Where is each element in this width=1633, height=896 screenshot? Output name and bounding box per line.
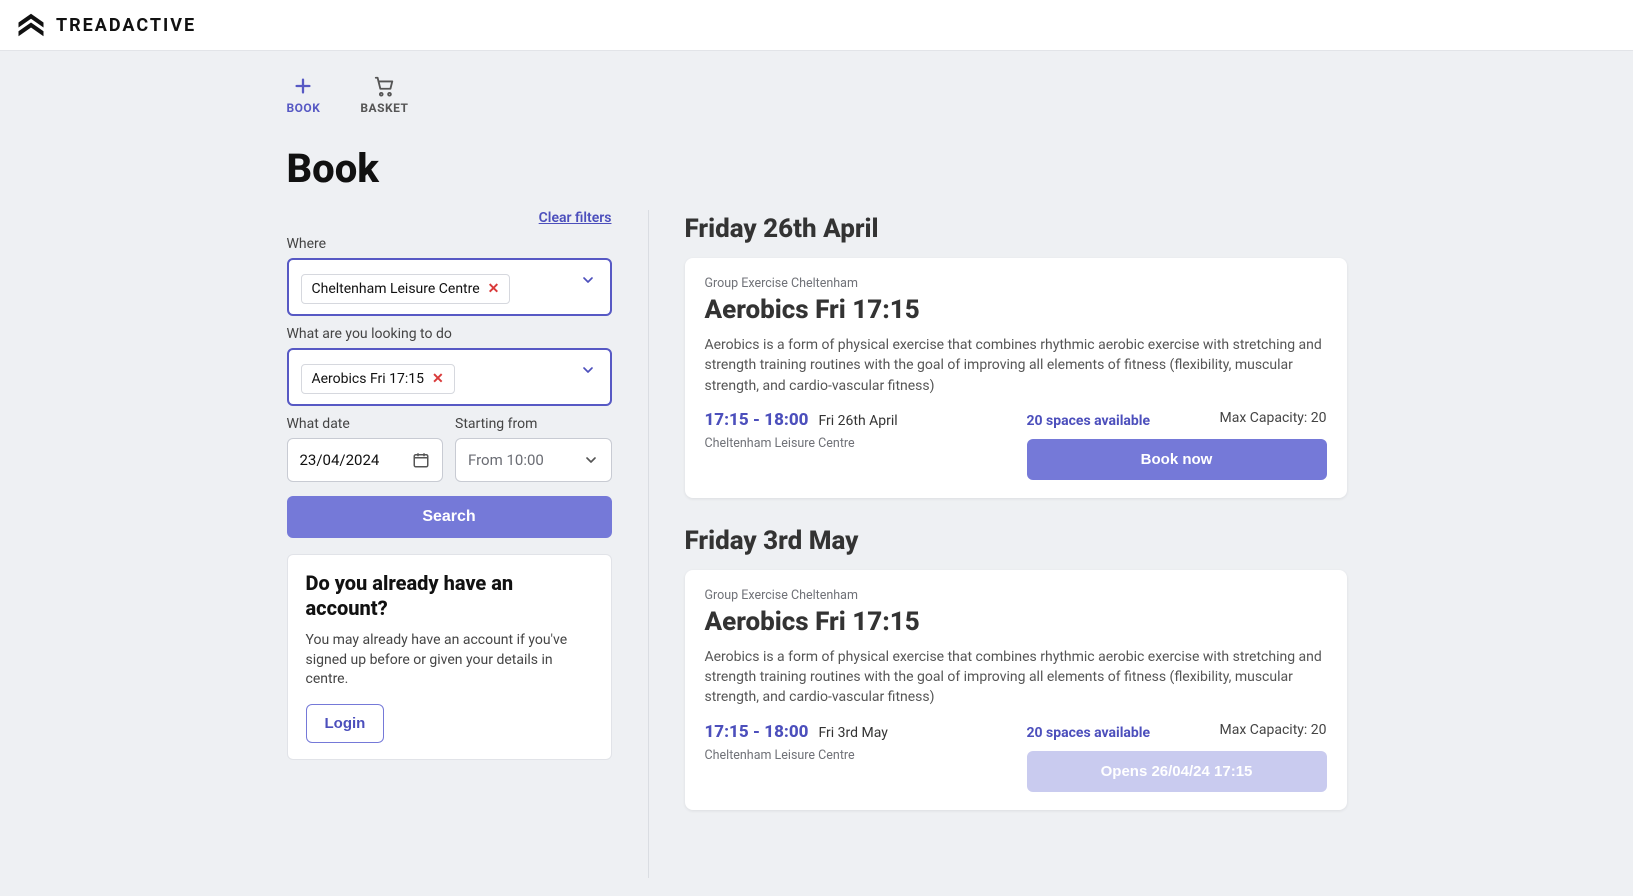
account-card: Do you already have an account? You may …: [287, 554, 612, 760]
what-label: What are you looking to do: [287, 326, 612, 342]
tab-basket[interactable]: BASKET: [360, 75, 408, 115]
date-label: What date: [287, 416, 444, 432]
account-text: You may already have an account if you'v…: [306, 631, 593, 690]
calendar-icon: [412, 451, 430, 469]
nav-tabs: BOOK BASKET: [287, 51, 1347, 121]
starting-label: Starting from: [455, 416, 612, 432]
result-category: Group Exercise Cheltenham: [705, 588, 1327, 603]
starting-value: From 10:00: [468, 451, 544, 469]
what-chip: Aerobics Fri 17:15 ✕: [301, 364, 455, 394]
search-button[interactable]: Search: [287, 496, 612, 538]
what-chip-label: Aerobics Fri 17:15: [312, 371, 425, 387]
result-title: Aerobics Fri 17:15: [705, 607, 1327, 637]
day-heading: Friday 26th April: [685, 214, 1347, 244]
remove-what-chip[interactable]: ✕: [432, 371, 444, 387]
tab-book-label: BOOK: [287, 101, 321, 115]
logo-icon: [16, 10, 46, 40]
where-select[interactable]: Cheltenham Leisure Centre ✕: [287, 258, 612, 316]
where-chip: Cheltenham Leisure Centre ✕: [301, 274, 511, 304]
starting-select[interactable]: From 10:00: [455, 438, 612, 482]
brand-logo[interactable]: TREADACTIVE: [16, 10, 196, 40]
result-card: Group Exercise Cheltenham Aerobics Fri 17…: [685, 258, 1347, 498]
login-button[interactable]: Login: [306, 704, 385, 743]
result-location: Cheltenham Leisure Centre: [705, 748, 1007, 763]
result-title: Aerobics Fri 17:15: [705, 295, 1327, 325]
what-select[interactable]: Aerobics Fri 17:15 ✕: [287, 348, 612, 406]
where-chip-label: Cheltenham Leisure Centre: [312, 281, 480, 297]
chevron-down-icon: [583, 452, 599, 468]
cart-icon: [373, 75, 395, 97]
page-title: Book: [287, 145, 1347, 192]
topbar: TREADACTIVE: [0, 0, 1633, 51]
opens-later-button: Opens 26/04/24 17:15: [1027, 751, 1327, 792]
chevron-down-icon: [580, 362, 596, 378]
result-description: Aerobics is a form of physical exercise …: [705, 335, 1327, 396]
result-capacity: Max Capacity: 20: [1220, 410, 1327, 426]
result-location: Cheltenham Leisure Centre: [705, 436, 1007, 451]
results-panel: Friday 26th April Group Exercise Cheltenh…: [649, 210, 1347, 878]
result-time: 17:15 - 18:00: [705, 410, 809, 430]
remove-where-chip[interactable]: ✕: [488, 281, 500, 297]
book-now-button[interactable]: Book now: [1027, 439, 1327, 480]
date-value: 23/04/2024: [300, 451, 380, 469]
result-capacity: Max Capacity: 20: [1220, 722, 1327, 738]
brand-text: TREADACTIVE: [56, 15, 196, 36]
date-input[interactable]: 23/04/2024: [287, 438, 444, 482]
result-spaces: 20 spaces available: [1027, 725, 1151, 741]
account-heading: Do you already have an account?: [306, 571, 593, 621]
result-category: Group Exercise Cheltenham: [705, 276, 1327, 291]
where-label: Where: [287, 236, 612, 252]
filters-panel: Clear filters Where Cheltenham Leisure C…: [287, 210, 649, 878]
result-spaces: 20 spaces available: [1027, 413, 1151, 429]
result-description: Aerobics is a form of physical exercise …: [705, 647, 1327, 708]
result-date: Fri 26th April: [818, 413, 897, 429]
tab-basket-label: BASKET: [360, 101, 408, 115]
plus-icon: [292, 75, 314, 97]
result-card: Group Exercise Cheltenham Aerobics Fri 17…: [685, 570, 1347, 810]
clear-filters-link[interactable]: Clear filters: [287, 210, 612, 226]
result-time: 17:15 - 18:00: [705, 722, 809, 742]
day-heading: Friday 3rd May: [685, 526, 1347, 556]
chevron-down-icon: [580, 272, 596, 288]
tab-book[interactable]: BOOK: [287, 75, 321, 115]
result-date: Fri 3rd May: [818, 725, 887, 741]
